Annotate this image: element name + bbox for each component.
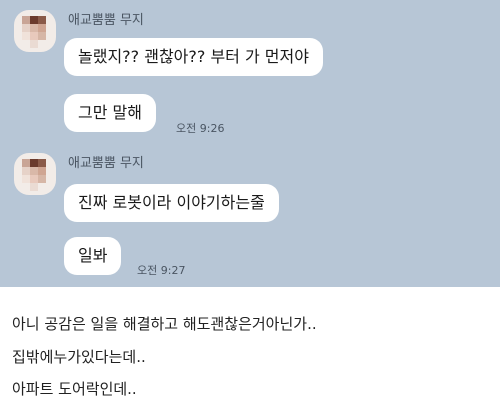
message-bubble[interactable]: 놀랬지?? 괜찮아?? 부터 가 먼저야 xyxy=(64,38,323,76)
sender-name: 애교뿜뿜 무지 xyxy=(68,156,144,171)
chat-area: 애교뿜뿜 무지 놀랬지?? 괜찮아?? 부터 가 먼저야 그만 말해 오전 9:… xyxy=(0,0,500,287)
message-bubble[interactable]: 진짜 로봇이라 이야기하는줄 xyxy=(64,184,279,222)
comment-text: 아니 공감은 일을 해결하고 해도괜찮은거아닌가.. 집밖에누가있다는데.. 아… xyxy=(0,287,500,417)
sender-avatar[interactable] xyxy=(14,10,56,52)
message-timestamp: 오전 9:26 xyxy=(176,122,225,135)
comment-line: 아파트 도어락인데.. xyxy=(12,380,137,398)
message-bubble[interactable]: 그만 말해 xyxy=(64,94,156,132)
message-bubble[interactable]: 일봐 xyxy=(64,237,122,275)
message-timestamp: 오전 9:27 xyxy=(137,264,186,277)
comment-line: 집밖에누가있다는데.. xyxy=(12,348,146,366)
comment-line: 아니 공감은 일을 해결하고 해도괜찮은거아닌가.. xyxy=(12,315,317,333)
sender-avatar[interactable] xyxy=(14,153,56,195)
sender-name: 애교뿜뿜 무지 xyxy=(68,13,144,28)
